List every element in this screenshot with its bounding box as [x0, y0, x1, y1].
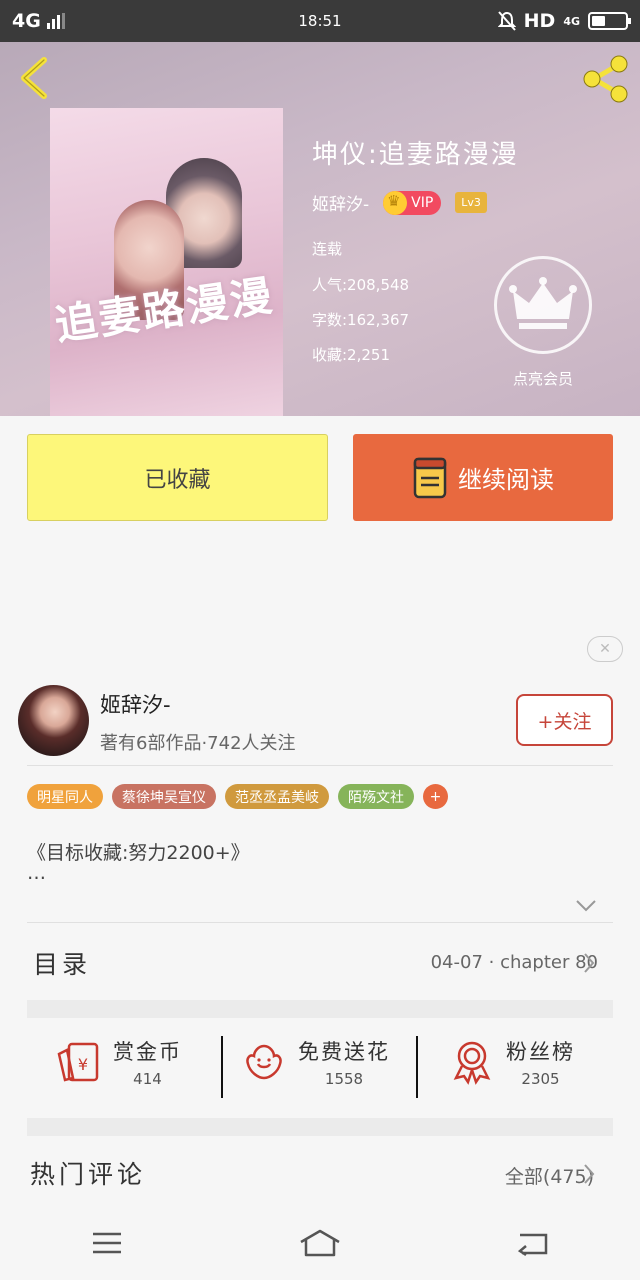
stat-value: 1558 — [324, 1070, 364, 1088]
member-crown-button[interactable] — [494, 256, 592, 354]
book-title: 坤仪:追妻路漫漫 — [312, 140, 519, 170]
stat-text: 赏金币 414 — [113, 1036, 182, 1088]
book-favorites: 收藏:2,251 — [312, 346, 390, 364]
tag-item[interactable]: 明星同人 — [27, 784, 103, 809]
continue-reading-button[interactable]: 继续阅读 — [353, 434, 613, 521]
medal-icon — [453, 1041, 491, 1085]
stat-label: 粉丝榜 — [506, 1040, 575, 1064]
follow-button[interactable]: +关注 — [516, 694, 613, 746]
book-cover[interactable]: 追妻路漫漫 — [50, 108, 283, 416]
crown-icon — [509, 277, 577, 329]
red-envelope-icon: ¥ — [57, 1042, 99, 1082]
toc-latest-chapter[interactable]: 04-07 · chapter 80 — [431, 952, 598, 973]
section-band — [27, 1000, 613, 1018]
home-button[interactable] — [290, 1218, 350, 1268]
stat-text: 免费送花 1558 — [298, 1036, 390, 1088]
hot-comments-label: 热门评论 — [30, 1160, 147, 1189]
status-right: HD 4G — [497, 10, 631, 32]
status-bar: 4G 18:51 HD 4G — [0, 0, 640, 42]
chevron-down-icon[interactable] — [574, 898, 598, 914]
toc-label[interactable]: 目录 — [33, 945, 91, 981]
level-badge: Lv3 — [455, 192, 487, 213]
continue-reading-label: 继续阅读 — [458, 466, 554, 494]
tag-item[interactable]: 蔡徐坤吴宣仪 — [112, 784, 216, 809]
chevron-right-icon[interactable] — [582, 951, 596, 975]
back-arrow-icon — [518, 1233, 548, 1256]
book-status: 连载 — [312, 240, 343, 258]
system-nav-bar — [0, 1205, 640, 1280]
member-label: 点亮会员 — [512, 370, 573, 388]
author-meta: 著有6部作品·742人关注 — [100, 733, 296, 754]
book-description: 《目标收藏:努力2200+》 — [27, 842, 250, 864]
divider — [221, 1036, 223, 1098]
book-popularity: 人气:208,548 — [312, 276, 410, 294]
tag-item[interactable]: 陌殇文社 — [338, 784, 414, 809]
hd-indicator: HD — [523, 10, 556, 32]
vip-label: VIP — [411, 194, 434, 211]
reward-coins-item[interactable]: ¥ 赏金币 414 — [55, 1036, 182, 1088]
chevron-right-icon[interactable] — [582, 1162, 596, 1186]
book-icon — [413, 457, 447, 498]
close-ad-button[interactable]: ✕ — [587, 636, 623, 662]
book-author[interactable]: 姬辞汐- — [312, 190, 369, 215]
tag-list: 明星同人 蔡徐坤吴宣仪 范丞丞孟美岐 陌殇文社 + — [27, 784, 448, 809]
share-icon[interactable] — [580, 54, 630, 104]
svg-text:¥: ¥ — [78, 1055, 88, 1074]
signal-icon — [46, 13, 65, 29]
divider — [416, 1036, 418, 1098]
free-flower-item[interactable]: 免费送花 1558 — [240, 1036, 390, 1088]
crown-icon — [383, 190, 408, 215]
network-type: 4G — [12, 10, 41, 32]
book-header: 追妻路漫漫 坤仪:追妻路漫漫 姬辞汐- VIP Lv3 连载 人气:208,54… — [0, 42, 640, 416]
flower-icon — [246, 1044, 282, 1080]
status-left: 4G — [12, 10, 65, 32]
battery-icon — [588, 12, 631, 30]
back-icon[interactable] — [14, 56, 54, 100]
all-comments-link[interactable]: 全部(475) — [505, 1162, 594, 1189]
menu-button[interactable] — [77, 1218, 137, 1268]
collected-button[interactable]: 已收藏 — [27, 434, 328, 521]
description-ellipsis: … — [27, 862, 46, 884]
fan-ranking-item[interactable]: 粉丝榜 2305 — [448, 1036, 575, 1088]
network-type-2: 4G — [563, 14, 580, 28]
author-row: 姬辞汐- VIP Lv3 — [312, 190, 487, 215]
section-band — [27, 1118, 613, 1136]
book-word-count: 字数:162,367 — [312, 311, 410, 329]
divider — [27, 922, 613, 923]
stat-label: 免费送花 — [298, 1040, 390, 1064]
tag-item[interactable]: 范丞丞孟美岐 — [225, 784, 329, 809]
mute-bell-icon — [497, 11, 516, 31]
stat-value: 2305 — [521, 1070, 560, 1088]
divider — [27, 765, 613, 766]
menu-icon — [92, 1232, 121, 1253]
stat-text: 粉丝榜 2305 — [506, 1036, 575, 1088]
home-icon — [300, 1229, 340, 1256]
author-name[interactable]: 姬辞汐- — [100, 689, 171, 719]
back-nav-button[interactable] — [503, 1218, 563, 1268]
add-tag-button[interactable]: + — [423, 784, 448, 809]
stat-label: 赏金币 — [113, 1040, 182, 1064]
vip-badge: VIP — [383, 190, 442, 215]
stat-value: 414 — [133, 1070, 162, 1088]
close-icon: ✕ — [599, 641, 611, 657]
avatar[interactable] — [18, 685, 89, 756]
